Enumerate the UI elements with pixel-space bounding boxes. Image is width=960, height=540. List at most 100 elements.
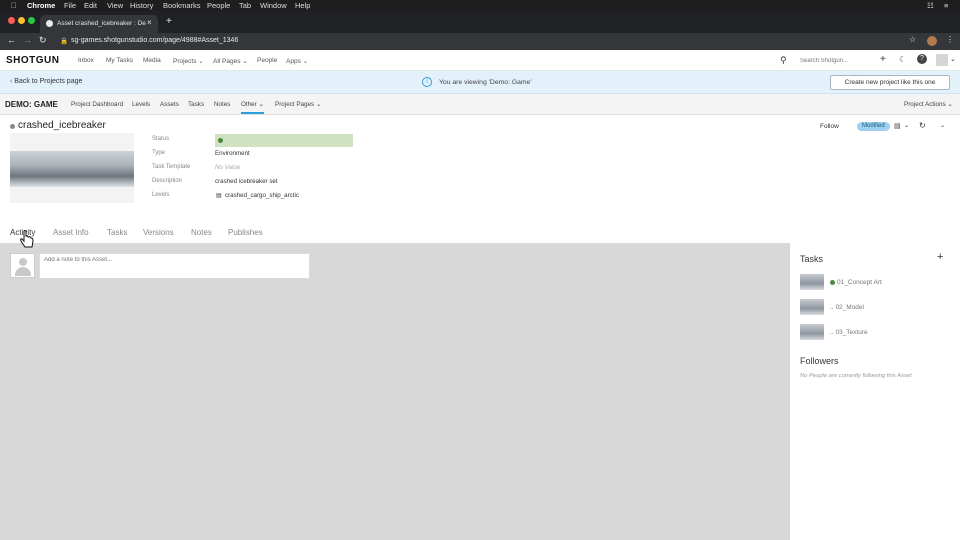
add-task-icon[interactable]: + bbox=[937, 251, 943, 263]
field-value-description[interactable]: crashed icebreaker set bbox=[215, 178, 278, 185]
nav-assets[interactable]: Assets bbox=[160, 101, 179, 108]
control-center-icon[interactable]: ☷ bbox=[927, 1, 934, 10]
tab-close-icon[interactable]: × bbox=[147, 18, 152, 27]
nav-levels[interactable]: Levels bbox=[132, 101, 150, 108]
followers-title: Followers bbox=[800, 356, 839, 366]
back-link-label: Back to Projects page bbox=[14, 78, 83, 85]
menu-extras-icon[interactable]: ≡ bbox=[944, 1, 948, 10]
nav-my-tasks[interactable]: My Tasks bbox=[106, 57, 133, 64]
menu-file[interactable]: File bbox=[64, 1, 76, 10]
project-banner: ‹ Back to Projects page i You are viewin… bbox=[0, 71, 960, 94]
tab-notes[interactable]: Notes bbox=[191, 228, 212, 237]
night-mode-icon[interactable]: ☾ bbox=[899, 55, 906, 64]
nav-all-pages[interactable]: All Pages ⌄ bbox=[213, 57, 248, 65]
tab-asset-info[interactable]: Asset Info bbox=[53, 228, 89, 237]
hand-cursor-icon bbox=[20, 230, 34, 248]
task-name-label: 03_Texture bbox=[835, 329, 868, 336]
task-prefix: .. bbox=[830, 329, 834, 336]
asset-name: crashed_icebreaker bbox=[18, 120, 106, 131]
nav-notes[interactable]: Notes bbox=[214, 101, 230, 108]
status-badge[interactable]: Modified bbox=[857, 122, 890, 131]
nav-media[interactable]: Media bbox=[143, 57, 161, 64]
asset-thumbnail[interactable] bbox=[10, 133, 134, 203]
chevron-down-icon[interactable]: ⌄ bbox=[940, 122, 945, 129]
menu-window[interactable]: Window bbox=[260, 1, 287, 10]
nav-apps[interactable]: Apps ⌄ bbox=[286, 57, 308, 65]
browser-tab-active[interactable]: Asset crashed_icebreaker : De × bbox=[40, 15, 158, 33]
browser-menu-icon[interactable]: ⋮ bbox=[946, 35, 954, 44]
menu-bookmarks[interactable]: Bookmarks bbox=[163, 1, 201, 10]
forward-arrow-icon[interactable]: → bbox=[23, 35, 32, 45]
activity-pane bbox=[0, 243, 790, 540]
nav-people[interactable]: People bbox=[257, 57, 277, 64]
bookmark-star-icon[interactable]: ☆ bbox=[909, 35, 916, 44]
field-value-type[interactable]: Environment bbox=[215, 150, 250, 157]
nav-project-dashboard[interactable]: Project Dashboard bbox=[71, 101, 123, 108]
project-title[interactable]: DEMO: GAME bbox=[5, 100, 58, 109]
window-zoom-button[interactable] bbox=[28, 17, 35, 24]
menu-history[interactable]: History bbox=[130, 1, 153, 10]
follow-button[interactable]: Follow bbox=[820, 123, 839, 130]
refresh-icon[interactable]: ↻ bbox=[919, 121, 926, 130]
nav-project-pages-label: Project Pages bbox=[275, 101, 315, 108]
tab-tasks[interactable]: Tasks bbox=[107, 228, 127, 237]
nav-other-label: Other bbox=[241, 101, 257, 108]
menu-tab[interactable]: Tab bbox=[239, 1, 251, 10]
url-field[interactable]: sg-games.shotgunstudio.com/page/4988#Ass… bbox=[71, 37, 238, 44]
reload-icon[interactable]: ↻ bbox=[39, 35, 47, 46]
create-project-button[interactable]: Create new project like this one bbox=[830, 75, 950, 90]
status-dot-icon bbox=[218, 138, 223, 143]
shotgun-logo[interactable]: SHOTGUN bbox=[6, 55, 60, 66]
task-thumbnail bbox=[800, 274, 824, 290]
avatar-body-icon bbox=[15, 267, 31, 276]
task-status-dot-icon bbox=[830, 280, 835, 285]
chevron-down-icon: ⌄ bbox=[242, 58, 248, 65]
chevron-down-icon: ⌄ bbox=[258, 101, 264, 108]
nav-all-pages-label: All Pages bbox=[213, 58, 241, 65]
task-thumbnail bbox=[800, 324, 824, 340]
chevron-down-icon[interactable]: ⌄ bbox=[950, 55, 956, 63]
user-avatar-placeholder bbox=[10, 253, 35, 278]
global-search-input[interactable] bbox=[800, 55, 870, 66]
field-value-levels[interactable]: crashed_cargo_ship_arctic bbox=[225, 192, 299, 199]
document-icon[interactable]: ▤ bbox=[894, 122, 901, 130]
new-tab-icon[interactable]: + bbox=[166, 16, 172, 27]
task-name: .. 02_Model bbox=[830, 304, 864, 311]
field-label-status: Status bbox=[152, 136, 170, 142]
nav-project-pages[interactable]: Project Pages ⌄ bbox=[275, 101, 321, 108]
browser-tab-strip: Asset crashed_icebreaker : De × + bbox=[0, 11, 960, 33]
task-name: .. 03_Texture bbox=[830, 329, 868, 336]
menu-edit[interactable]: Edit bbox=[84, 1, 97, 10]
back-to-projects-link[interactable]: ‹ Back to Projects page bbox=[10, 78, 82, 85]
nav-apps-label: Apps bbox=[286, 58, 301, 65]
chevron-down-icon: ⌄ bbox=[315, 101, 322, 108]
user-avatar[interactable] bbox=[936, 54, 948, 66]
menu-help[interactable]: Help bbox=[295, 1, 310, 10]
info-icon: i bbox=[422, 77, 432, 87]
menu-people[interactable]: People bbox=[207, 1, 230, 10]
field-value-task-template[interactable]: No Value bbox=[215, 164, 240, 171]
nav-other[interactable]: Other ⌄ bbox=[241, 101, 264, 114]
add-note-input[interactable] bbox=[39, 253, 310, 279]
app-menu-chrome[interactable]: Chrome bbox=[27, 1, 55, 10]
tab-publishes[interactable]: Publishes bbox=[228, 228, 263, 237]
asset-entity-icon bbox=[10, 124, 15, 129]
chevron-down-icon[interactable]: ⌄ bbox=[904, 122, 909, 129]
tab-versions[interactable]: Versions bbox=[143, 228, 174, 237]
search-icon[interactable]: ⚲ bbox=[780, 55, 787, 66]
help-icon[interactable]: ? bbox=[917, 54, 927, 64]
window-close-button[interactable] bbox=[8, 17, 15, 24]
status-field[interactable] bbox=[215, 134, 353, 147]
profile-avatar[interactable] bbox=[927, 36, 937, 46]
menu-view[interactable]: View bbox=[107, 1, 123, 10]
nav-tasks[interactable]: Tasks bbox=[188, 101, 204, 108]
window-minimize-button[interactable] bbox=[18, 17, 25, 24]
nav-inbox[interactable]: Inbox bbox=[78, 57, 94, 64]
apple-icon[interactable]:  bbox=[11, 1, 17, 10]
lock-icon[interactable]: 🔒 bbox=[60, 37, 68, 45]
add-icon[interactable]: + bbox=[880, 54, 886, 65]
back-arrow-icon[interactable]: ← bbox=[7, 35, 16, 45]
task-prefix: .. bbox=[830, 304, 834, 311]
project-actions-menu[interactable]: Project Actions ⌄ bbox=[904, 101, 953, 108]
nav-projects[interactable]: Projects ⌄ bbox=[173, 57, 204, 65]
